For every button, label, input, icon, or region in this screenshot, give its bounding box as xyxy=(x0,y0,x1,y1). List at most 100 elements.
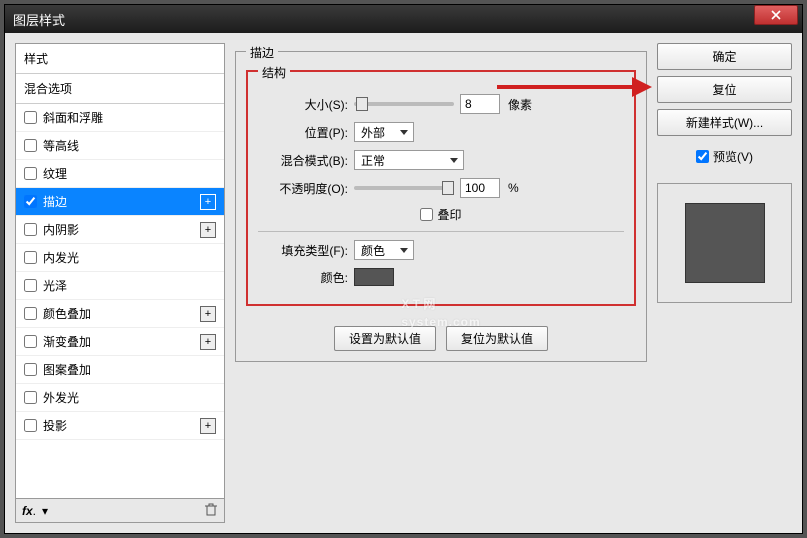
style-checkbox[interactable] xyxy=(24,307,37,320)
divider xyxy=(258,231,624,232)
reset-default-button[interactable]: 复位为默认值 xyxy=(446,326,548,351)
preview-swatch xyxy=(685,203,765,283)
dialog-window: 图层样式 样式 混合选项 斜面和浮雕等高线纹理描边+内阴影+内发光光泽颜色叠加+… xyxy=(4,4,803,534)
trash-icon[interactable] xyxy=(204,502,218,519)
titlebar: 图层样式 xyxy=(5,5,802,33)
style-label: 纹理 xyxy=(43,165,216,182)
blend-label: 混合模式(B): xyxy=(258,152,348,169)
stroke-legend: 描边 xyxy=(246,44,278,61)
styles-header[interactable]: 样式 xyxy=(16,44,224,74)
style-checkbox[interactable] xyxy=(24,223,37,236)
position-select[interactable]: 外部 xyxy=(354,122,414,142)
style-item[interactable]: 纹理 xyxy=(16,160,224,188)
slider-thumb[interactable] xyxy=(442,181,454,195)
style-label: 颜色叠加 xyxy=(43,305,200,322)
preview-check-row: 预览(V) xyxy=(657,148,792,165)
style-item[interactable]: 外发光 xyxy=(16,384,224,412)
style-checkbox[interactable] xyxy=(24,363,37,376)
opacity-input[interactable] xyxy=(460,178,500,198)
preview-checkbox[interactable] xyxy=(696,150,709,163)
style-checkbox[interactable] xyxy=(24,391,37,404)
color-row: 颜色: xyxy=(258,268,624,286)
color-label: 颜色: xyxy=(258,269,348,286)
structure-group: 结构 大小(S): 像素 位置(P): 外部 混合模式(B): 正常 xyxy=(246,70,636,306)
default-buttons: 设置为默认值 复位为默认值 xyxy=(246,326,636,351)
style-item[interactable]: 等高线 xyxy=(16,132,224,160)
style-label: 外发光 xyxy=(43,389,216,406)
style-checkbox[interactable] xyxy=(24,111,37,124)
add-effect-button[interactable]: + xyxy=(200,222,216,238)
style-label: 图案叠加 xyxy=(43,361,216,378)
reset-button[interactable]: 复位 xyxy=(657,76,792,103)
structure-legend: 结构 xyxy=(258,64,290,81)
fx-toolbar: fx. ▾ xyxy=(16,498,224,522)
styles-list-panel: 样式 混合选项 斜面和浮雕等高线纹理描边+内阴影+内发光光泽颜色叠加+渐变叠加+… xyxy=(15,43,225,523)
preview-label: 预览(V) xyxy=(713,148,753,165)
style-item[interactable]: 内阴影+ xyxy=(16,216,224,244)
add-effect-button[interactable]: + xyxy=(200,306,216,322)
style-checkbox[interactable] xyxy=(24,279,37,292)
overprint-row: 叠印 xyxy=(258,206,624,223)
make-default-button[interactable]: 设置为默认值 xyxy=(334,326,436,351)
add-effect-button[interactable]: + xyxy=(200,334,216,350)
style-checkbox[interactable] xyxy=(24,167,37,180)
add-effect-button[interactable]: + xyxy=(200,418,216,434)
style-checkbox[interactable] xyxy=(24,139,37,152)
position-label: 位置(P): xyxy=(258,124,348,141)
style-item[interactable]: 渐变叠加+ xyxy=(16,328,224,356)
style-label: 光泽 xyxy=(43,277,216,294)
style-item[interactable]: 光泽 xyxy=(16,272,224,300)
style-label: 渐变叠加 xyxy=(43,333,200,350)
add-effect-button[interactable]: + xyxy=(200,194,216,210)
size-slider[interactable] xyxy=(354,102,454,106)
color-swatch[interactable] xyxy=(354,268,394,286)
blend-row: 混合模式(B): 正常 xyxy=(258,150,624,170)
style-label: 内阴影 xyxy=(43,221,200,238)
size-input[interactable] xyxy=(460,94,500,114)
style-item[interactable]: 内发光 xyxy=(16,244,224,272)
settings-panel: 描边 结构 大小(S): 像素 位置(P): 外部 混合模式(B): xyxy=(235,43,647,523)
style-item[interactable]: 颜色叠加+ xyxy=(16,300,224,328)
fx-label[interactable]: fx xyxy=(22,504,33,518)
close-icon xyxy=(771,10,781,20)
blend-options-header[interactable]: 混合选项 xyxy=(16,74,224,104)
style-label: 等高线 xyxy=(43,137,216,154)
style-checkbox[interactable] xyxy=(24,335,37,348)
content-area: 样式 混合选项 斜面和浮雕等高线纹理描边+内阴影+内发光光泽颜色叠加+渐变叠加+… xyxy=(5,33,802,533)
style-label: 描边 xyxy=(43,193,200,210)
style-item[interactable]: 描边+ xyxy=(16,188,224,216)
overprint-checkbox[interactable] xyxy=(420,208,433,221)
filltype-row: 填充类型(F): 颜色 xyxy=(258,240,624,260)
style-checkbox[interactable] xyxy=(24,251,37,264)
size-label: 大小(S): xyxy=(258,96,348,113)
style-item[interactable]: 图案叠加 xyxy=(16,356,224,384)
right-buttons: 确定 复位 新建样式(W)... 预览(V) xyxy=(657,43,792,523)
ok-button[interactable]: 确定 xyxy=(657,43,792,70)
size-unit: 像素 xyxy=(508,96,532,113)
opacity-unit: % xyxy=(508,181,519,195)
style-label: 斜面和浮雕 xyxy=(43,109,216,126)
style-label: 投影 xyxy=(43,417,200,434)
style-checkbox[interactable] xyxy=(24,195,37,208)
style-label: 内发光 xyxy=(43,249,216,266)
style-item[interactable]: 投影+ xyxy=(16,412,224,440)
window-title: 图层样式 xyxy=(13,10,794,29)
chevron-down-icon[interactable]: ▾ xyxy=(42,504,48,518)
opacity-row: 不透明度(O): % xyxy=(258,178,624,198)
filltype-select[interactable]: 颜色 xyxy=(354,240,414,260)
style-list: 样式 混合选项 斜面和浮雕等高线纹理描边+内阴影+内发光光泽颜色叠加+渐变叠加+… xyxy=(16,44,224,498)
style-checkbox[interactable] xyxy=(24,419,37,432)
size-row: 大小(S): 像素 xyxy=(258,94,624,114)
overprint-label: 叠印 xyxy=(437,206,461,223)
opacity-slider[interactable] xyxy=(354,186,454,190)
style-item[interactable]: 斜面和浮雕 xyxy=(16,104,224,132)
stroke-group: 描边 结构 大小(S): 像素 位置(P): 外部 混合模式(B): xyxy=(235,51,647,362)
slider-thumb[interactable] xyxy=(356,97,368,111)
opacity-label: 不透明度(O): xyxy=(258,180,348,197)
close-button[interactable] xyxy=(754,5,798,25)
preview-box xyxy=(657,183,792,303)
filltype-label: 填充类型(F): xyxy=(258,242,348,259)
blend-select[interactable]: 正常 xyxy=(354,150,464,170)
position-row: 位置(P): 外部 xyxy=(258,122,624,142)
new-style-button[interactable]: 新建样式(W)... xyxy=(657,109,792,136)
